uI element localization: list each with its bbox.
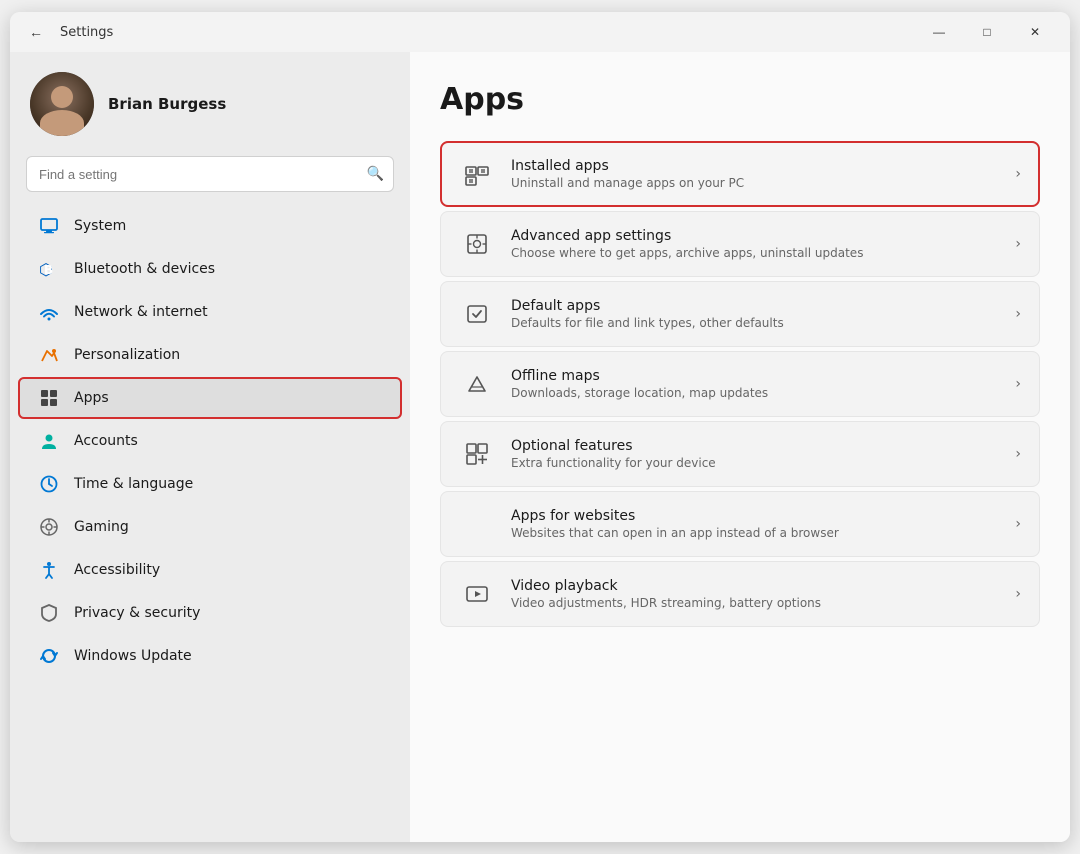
- settings-item-optional-features[interactable]: Optional features Extra functionality for…: [440, 421, 1040, 487]
- main-layout: Brian Burgess 🔍 System ⬡B Bluetooth & devi…: [10, 52, 1070, 842]
- settings-item-text-advanced-app-settings: Advanced app settings Choose where to get…: [511, 228, 1007, 260]
- settings-item-desc-offline-maps: Downloads, storage location, map updates: [511, 386, 1007, 400]
- installed-apps-icon: [459, 156, 495, 192]
- settings-item-desc-default-apps: Defaults for file and link types, other …: [511, 316, 1007, 330]
- chevron-icon-default-apps: ›: [1015, 306, 1021, 322]
- apps-icon: [38, 387, 60, 409]
- network-icon: [38, 301, 60, 323]
- sidebar-item-label-gaming: Gaming: [74, 519, 129, 535]
- settings-item-desc-advanced-app-settings: Choose where to get apps, archive apps, …: [511, 246, 1007, 260]
- time-icon: [38, 473, 60, 495]
- sidebar-item-label-accessibility: Accessibility: [74, 562, 160, 578]
- settings-item-text-installed-apps: Installed apps Uninstall and manage apps …: [511, 158, 1007, 190]
- default-apps-icon: [459, 296, 495, 332]
- settings-item-desc-video-playback: Video adjustments, HDR streaming, batter…: [511, 596, 1007, 610]
- avatar: [30, 72, 94, 136]
- settings-item-advanced-app-settings[interactable]: Advanced app settings Choose where to get…: [440, 211, 1040, 277]
- sidebar: Brian Burgess 🔍 System ⬡B Bluetooth & devi…: [10, 52, 410, 842]
- svg-text:B: B: [44, 263, 53, 277]
- sidebar-item-gaming[interactable]: Gaming: [18, 506, 402, 548]
- accounts-icon: [38, 430, 60, 452]
- settings-item-title-apps-for-websites: Apps for websites: [511, 508, 1007, 524]
- nav-list: System ⬡B Bluetooth & devices Network & int…: [10, 204, 410, 678]
- sidebar-item-accounts[interactable]: Accounts: [18, 420, 402, 462]
- accessibility-icon: [38, 559, 60, 581]
- chevron-icon-optional-features: ›: [1015, 446, 1021, 462]
- sidebar-item-label-personalization: Personalization: [74, 347, 180, 363]
- back-button[interactable]: ←: [22, 18, 50, 46]
- update-icon: [38, 645, 60, 667]
- settings-item-desc-installed-apps: Uninstall and manage apps on your PC: [511, 176, 1007, 190]
- settings-list: Installed apps Uninstall and manage apps …: [440, 141, 1040, 627]
- sidebar-item-accessibility[interactable]: Accessibility: [18, 549, 402, 591]
- maximize-button[interactable]: □: [964, 16, 1010, 48]
- sidebar-item-apps[interactable]: Apps: [18, 377, 402, 419]
- settings-item-title-offline-maps: Offline maps: [511, 368, 1007, 384]
- apps-websites-icon: [459, 506, 495, 542]
- chevron-icon-installed-apps: ›: [1015, 166, 1021, 182]
- settings-item-text-optional-features: Optional features Extra functionality for…: [511, 438, 1007, 470]
- sidebar-item-label-apps: Apps: [74, 390, 109, 406]
- search-box: 🔍: [26, 156, 394, 192]
- settings-item-offline-maps[interactable]: Offline maps Downloads, storage location,…: [440, 351, 1040, 417]
- settings-item-video-playback[interactable]: Video playback Video adjustments, HDR str…: [440, 561, 1040, 627]
- sidebar-item-label-privacy: Privacy & security: [74, 605, 200, 621]
- settings-item-title-advanced-app-settings: Advanced app settings: [511, 228, 1007, 244]
- settings-item-text-video-playback: Video playback Video adjustments, HDR str…: [511, 578, 1007, 610]
- settings-item-desc-optional-features: Extra functionality for your device: [511, 456, 1007, 470]
- sidebar-item-personalization[interactable]: Personalization: [18, 334, 402, 376]
- main-content: Apps Installed apps Uninstall and manage …: [410, 52, 1070, 842]
- settings-window: ← Settings — □ ✕ Brian Burgess 🔍: [10, 12, 1070, 842]
- sidebar-item-label-network: Network & internet: [74, 304, 208, 320]
- sidebar-item-label-system: System: [74, 218, 126, 234]
- page-title: Apps: [440, 82, 1040, 117]
- video-playback-icon: [459, 576, 495, 612]
- settings-item-desc-apps-for-websites: Websites that can open in an app instead…: [511, 526, 1007, 540]
- close-button[interactable]: ✕: [1012, 16, 1058, 48]
- advanced-apps-icon: [459, 226, 495, 262]
- minimize-button[interactable]: —: [916, 16, 962, 48]
- sidebar-item-label-bluetooth: Bluetooth & devices: [74, 261, 215, 277]
- settings-item-text-offline-maps: Offline maps Downloads, storage location,…: [511, 368, 1007, 400]
- offline-maps-icon: [459, 366, 495, 402]
- sidebar-item-time[interactable]: Time & language: [18, 463, 402, 505]
- settings-item-default-apps[interactable]: Default apps Defaults for file and link t…: [440, 281, 1040, 347]
- settings-item-installed-apps[interactable]: Installed apps Uninstall and manage apps …: [440, 141, 1040, 207]
- bluetooth-icon: ⬡B: [38, 258, 60, 280]
- titlebar-controls: — □ ✕: [916, 16, 1058, 48]
- settings-item-text-default-apps: Default apps Defaults for file and link t…: [511, 298, 1007, 330]
- chevron-icon-advanced-app-settings: ›: [1015, 236, 1021, 252]
- settings-item-title-optional-features: Optional features: [511, 438, 1007, 454]
- system-icon: [38, 215, 60, 237]
- chevron-icon-apps-for-websites: ›: [1015, 516, 1021, 532]
- sidebar-item-label-accounts: Accounts: [74, 433, 138, 449]
- sidebar-item-label-update: Windows Update: [74, 648, 192, 664]
- sidebar-item-update[interactable]: Windows Update: [18, 635, 402, 677]
- user-section: Brian Burgess: [10, 52, 410, 152]
- sidebar-item-bluetooth[interactable]: ⬡B Bluetooth & devices: [18, 248, 402, 290]
- sidebar-item-system[interactable]: System: [18, 205, 402, 247]
- titlebar-left: ← Settings: [22, 18, 113, 46]
- sidebar-item-label-time: Time & language: [74, 476, 193, 492]
- settings-item-text-apps-for-websites: Apps for websites Websites that can open …: [511, 508, 1007, 540]
- optional-features-icon: [459, 436, 495, 472]
- settings-item-title-default-apps: Default apps: [511, 298, 1007, 314]
- settings-item-title-installed-apps: Installed apps: [511, 158, 1007, 174]
- settings-item-apps-for-websites[interactable]: Apps for websites Websites that can open …: [440, 491, 1040, 557]
- chevron-icon-offline-maps: ›: [1015, 376, 1021, 392]
- personalization-icon: [38, 344, 60, 366]
- privacy-icon: [38, 602, 60, 624]
- chevron-icon-video-playback: ›: [1015, 586, 1021, 602]
- avatar-image: [30, 72, 94, 136]
- search-icon: 🔍: [367, 166, 384, 182]
- settings-item-title-video-playback: Video playback: [511, 578, 1007, 594]
- search-input[interactable]: [26, 156, 394, 192]
- sidebar-item-privacy[interactable]: Privacy & security: [18, 592, 402, 634]
- gaming-icon: [38, 516, 60, 538]
- titlebar: ← Settings — □ ✕: [10, 12, 1070, 52]
- sidebar-item-network[interactable]: Network & internet: [18, 291, 402, 333]
- titlebar-title: Settings: [60, 25, 113, 40]
- user-name: Brian Burgess: [108, 95, 226, 113]
